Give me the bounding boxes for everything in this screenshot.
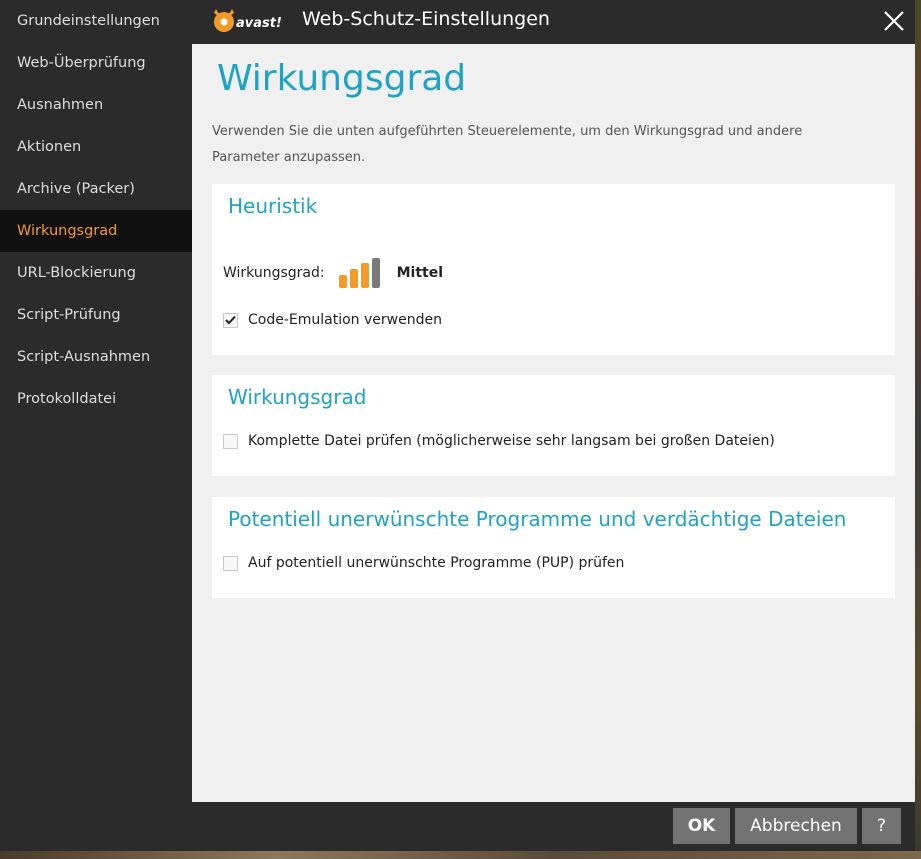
level-bar[interactable] <box>360 263 369 288</box>
help-button[interactable]: ? <box>862 808 901 844</box>
sidebar-item-protokolldatei[interactable]: Protokolldatei <box>0 378 192 420</box>
desktop-background-right <box>915 0 921 859</box>
level-value: Mittel <box>396 265 444 281</box>
title-bar: avast! Web-Schutz-Einstellungen <box>192 0 915 44</box>
section-title-wirkungsgrad: Wirkungsgrad <box>228 385 367 409</box>
level-indicator[interactable] <box>338 258 383 288</box>
full-scan-label: Komplette Datei prüfen (möglicherweise s… <box>248 433 775 449</box>
avast-logo-icon: avast! <box>214 9 282 32</box>
brand-text: avast! <box>236 16 282 31</box>
checkmark-icon <box>225 315 236 325</box>
page-description: Verwenden Sie die unten aufgeführten Ste… <box>212 124 803 165</box>
option-code-emulation[interactable]: Code-Emulation verwenden <box>223 312 442 328</box>
sidebar-item-grundeinstellungen[interactable]: Grundeinstellungen <box>0 0 192 42</box>
sidebar-item-archive[interactable]: Archive (Packer) <box>0 168 192 210</box>
settings-window: Grundeinstellungen Web-Überprüfung Ausna… <box>0 0 915 851</box>
sidebar-item-url-blockierung[interactable]: URL-Blockierung <box>0 252 192 294</box>
sidebar-item-script-pruefung[interactable]: Script-Prüfung <box>0 294 192 336</box>
code-emulation-label: Code-Emulation verwenden <box>248 312 442 328</box>
content-panel: Wirkungsgrad Verwenden Sie die unten auf… <box>192 44 915 802</box>
cancel-button[interactable]: Abbrechen <box>735 808 857 844</box>
sidebar-item-wirkungsgrad[interactable]: Wirkungsgrad <box>0 210 192 252</box>
sidebar-item-script-ausnahmen[interactable]: Script-Ausnahmen <box>0 336 192 378</box>
sidebar-item-ausnahmen[interactable]: Ausnahmen <box>0 84 192 126</box>
sidebar-item-aktionen[interactable]: Aktionen <box>0 126 192 168</box>
page-title: Wirkungsgrad <box>217 58 467 99</box>
level-label: Wirkungsgrad: <box>223 265 325 281</box>
ok-button[interactable]: OK <box>673 808 730 844</box>
sidebar-item-web-ueberpruefung[interactable]: Web-Überprüfung <box>0 42 192 84</box>
section-heuristik: Heuristik Wirkungsgrad: Mittel Code-Emul… <box>212 184 895 355</box>
sidebar: Grundeinstellungen Web-Überprüfung Ausna… <box>0 0 192 851</box>
close-icon[interactable] <box>881 8 907 34</box>
option-full-scan[interactable]: Komplette Datei prüfen (möglicherweise s… <box>223 433 775 449</box>
code-emulation-checkbox[interactable] <box>223 312 238 328</box>
section-title-heuristik: Heuristik <box>228 194 318 218</box>
full-scan-checkbox[interactable] <box>223 433 238 449</box>
level-row: Wirkungsgrad: Mittel <box>223 255 443 291</box>
level-bar[interactable] <box>371 258 380 288</box>
pup-label: Auf potentiell unerwünschte Programme (P… <box>248 555 625 571</box>
section-pup: Potentiell unerwünschte Programme und ve… <box>212 497 895 598</box>
section-wirkungsgrad: Wirkungsgrad Komplette Datei prüfen (mög… <box>212 375 895 476</box>
level-bar[interactable] <box>349 269 358 288</box>
level-bar[interactable] <box>338 275 347 288</box>
option-pup-check[interactable]: Auf potentiell unerwünschte Programme (P… <box>223 555 624 571</box>
window-title: Web-Schutz-Einstellungen <box>302 8 550 30</box>
desktop-background-bottom <box>0 851 921 859</box>
pup-checkbox[interactable] <box>223 555 238 571</box>
section-title-pup: Potentiell unerwünschte Programme und ve… <box>228 507 847 531</box>
